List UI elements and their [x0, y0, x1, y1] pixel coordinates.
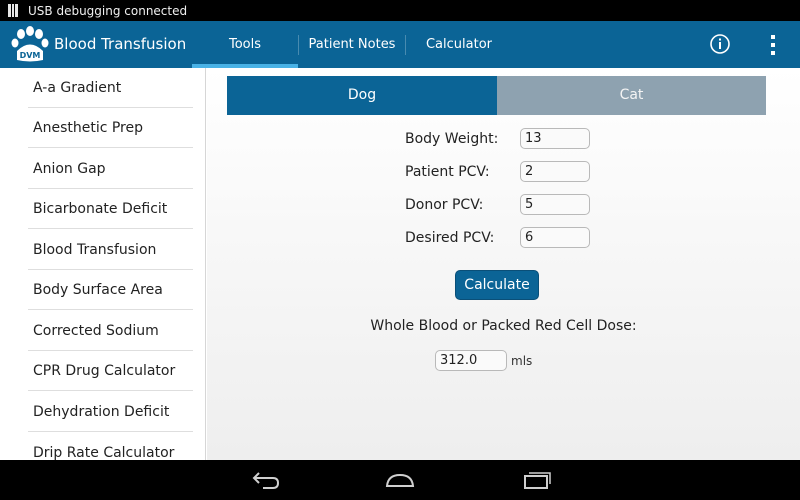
body-weight-field[interactable] [520, 128, 590, 149]
info-icon[interactable] [709, 33, 731, 55]
status-bar: USB debugging connected [0, 0, 800, 21]
sidebar-item-blood-transfusion[interactable]: Blood Transfusion [28, 230, 193, 270]
sidebar-item-dehydration-deficit[interactable]: Dehydration Deficit [28, 392, 193, 432]
calculator-panel: Dog Cat Body Weight: Patient PCV: Donor … [207, 68, 800, 460]
body-weight-label: Body Weight: [405, 131, 499, 147]
donor-pcv-field[interactable] [520, 194, 590, 215]
tab-calculator[interactable]: Calculator [406, 21, 512, 68]
status-text: USB debugging connected [28, 3, 188, 18]
sidebar-item-a-a-gradient[interactable]: A-a Gradient [28, 68, 193, 108]
dose-result-field[interactable] [435, 350, 507, 371]
dose-unit-label: mls [511, 354, 533, 368]
sidebar-item-corrected-sodium[interactable]: Corrected Sodium [28, 311, 193, 351]
logo-text: DVM [20, 51, 41, 60]
sidebar-item-bicarbonate-deficit[interactable]: Bicarbonate Deficit [28, 189, 193, 229]
patient-pcv-field[interactable] [520, 161, 590, 182]
calculate-button[interactable]: Calculate [455, 270, 539, 300]
home-icon[interactable] [380, 466, 420, 494]
sidebar-item-body-surface-area[interactable]: Body Surface Area [28, 270, 193, 310]
desired-pcv-label: Desired PCV: [405, 230, 495, 246]
content-area: A-a Gradient Anesthetic Prep Anion Gap B… [0, 68, 800, 460]
sidebar-item-anion-gap[interactable]: Anion Gap [28, 149, 193, 189]
overflow-menu-icon[interactable] [760, 33, 786, 57]
donor-pcv-label: Donor PCV: [405, 197, 484, 213]
species-cat-button[interactable]: Cat [497, 76, 766, 115]
tools-list[interactable]: A-a Gradient Anesthetic Prep Anion Gap B… [0, 68, 206, 460]
recents-icon[interactable] [516, 466, 556, 494]
species-dog-button[interactable]: Dog [227, 76, 497, 115]
sidebar-item-anesthetic-prep[interactable]: Anesthetic Prep [28, 108, 193, 148]
navigation-bar [0, 460, 800, 500]
result-label: Whole Blood or Packed Red Cell Dose: [370, 318, 637, 334]
usb-debugging-icon [8, 4, 19, 17]
back-icon[interactable] [245, 466, 285, 494]
patient-pcv-label: Patient PCV: [405, 164, 490, 180]
sidebar-item-drip-rate-calculator[interactable]: Drip Rate Calculator [28, 433, 193, 460]
tab-patient-notes[interactable]: Patient Notes [299, 21, 405, 68]
app-title: Blood Transfusion [54, 35, 187, 53]
action-bar: DVM Blood Transfusion Tools Patient Note… [0, 21, 800, 68]
paw-logo-icon: DVM [11, 26, 49, 62]
tab-tools[interactable]: Tools [192, 21, 298, 68]
desired-pcv-field[interactable] [520, 227, 590, 248]
sidebar-item-cpr-drug-calculator[interactable]: CPR Drug Calculator [28, 351, 193, 391]
